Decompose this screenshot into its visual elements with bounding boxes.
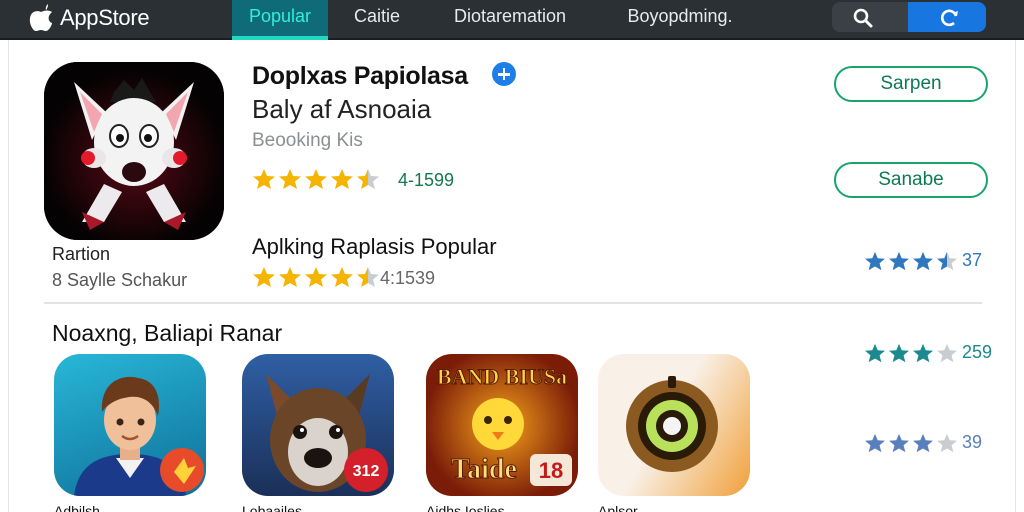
star-icon (279, 169, 301, 189)
star-icon (331, 169, 353, 189)
tile-caption-3: Aidhs Ioslies (426, 504, 505, 512)
search-icon (853, 8, 873, 28)
tile2-badge: 312 (353, 463, 380, 480)
star-icon (279, 267, 301, 287)
star-icon (305, 267, 327, 287)
tile3-number: 18 (539, 458, 563, 483)
star-icon (357, 267, 379, 287)
featured-rating-stars (252, 168, 380, 190)
developer-label: Rartion (52, 244, 111, 264)
side-rating-3: 39 (864, 432, 982, 453)
tile3-top-label: BAND BIUSa (437, 364, 567, 389)
dog-character-icon: 312 (266, 374, 388, 492)
tile-caption-2: Lobaailes (242, 504, 302, 512)
app-category: Beooking Kis (252, 130, 363, 151)
featured-rating-count: 4-1599 (398, 170, 455, 190)
star-icon (937, 251, 957, 270)
app-name: AppStore (60, 5, 150, 30)
star-icon (913, 433, 933, 452)
star-icon (889, 343, 909, 362)
open-button[interactable]: Sarpen (834, 66, 988, 102)
star-icon (937, 343, 957, 362)
divider (44, 302, 982, 304)
tab-popular[interactable]: Popular (232, 0, 328, 40)
search-button[interactable] (832, 2, 910, 32)
star-icon (913, 343, 933, 362)
side-rating-2: 259 (864, 342, 992, 363)
side-rating-value: 37 (962, 250, 983, 270)
apple-icon (29, 4, 52, 31)
side-rating-1: 37 (864, 250, 982, 271)
tab-caitie[interactable]: Caitie (344, 0, 410, 40)
side-rating-value: 39 (962, 432, 983, 452)
app-subtitle: Baly af Asnoaia (252, 94, 432, 124)
section-title: Noaxng, Baliapi Ranar (52, 320, 283, 346)
star-icon (331, 267, 353, 287)
star-icon (913, 251, 933, 270)
developer-name[interactable]: 8 Saylle Schakur (52, 270, 187, 291)
target-dial-icon (626, 376, 718, 472)
featured-app-icon[interactable] (44, 62, 224, 240)
star-icon (865, 433, 885, 452)
account-button[interactable] (908, 2, 986, 32)
side-rating-value: 259 (962, 342, 993, 362)
star-icon (865, 251, 885, 270)
top-navigation-bar: AppStore Popular Caitie Diotaremation Bo… (0, 0, 1024, 40)
popular-rating-stars (252, 266, 380, 288)
rabbit-character-icon (44, 62, 224, 240)
chick-game-icon: BAND BIUSa Taide 18 (436, 364, 572, 486)
tile-caption-1: Adbilsh (54, 504, 100, 512)
boy-character-icon (74, 376, 204, 496)
verified-plus-icon[interactable] (492, 62, 516, 86)
app-tile-4[interactable] (598, 354, 750, 496)
app-title: Doplxas Papiolasa (252, 62, 468, 90)
app-tile-3[interactable]: BAND BIUSa Taide 18 (426, 354, 578, 496)
star-icon (865, 343, 885, 362)
popular-rating-count: 4:1539 (380, 268, 436, 288)
star-icon (357, 169, 379, 189)
star-icon (253, 169, 275, 189)
popular-item-title[interactable]: Aplking Raplasis Popular (252, 234, 497, 260)
tab-diotaremation[interactable]: Diotaremation (442, 0, 578, 40)
save-button[interactable]: Sanabe (834, 162, 988, 198)
refresh-icon (941, 9, 958, 27)
tile-caption-4: Aplsor (598, 504, 638, 512)
tab-boyopdming[interactable]: Boyopdming. (618, 0, 742, 40)
tile3-bottom-label: Taide (451, 454, 517, 485)
star-icon (253, 267, 275, 287)
star-icon (937, 433, 957, 452)
app-store-logo[interactable]: AppStore (28, 4, 150, 32)
app-tile-2[interactable]: 312 (242, 354, 394, 496)
star-icon (889, 251, 909, 270)
app-tile-1[interactable] (54, 354, 206, 496)
star-icon (305, 169, 327, 189)
star-icon (889, 433, 909, 452)
